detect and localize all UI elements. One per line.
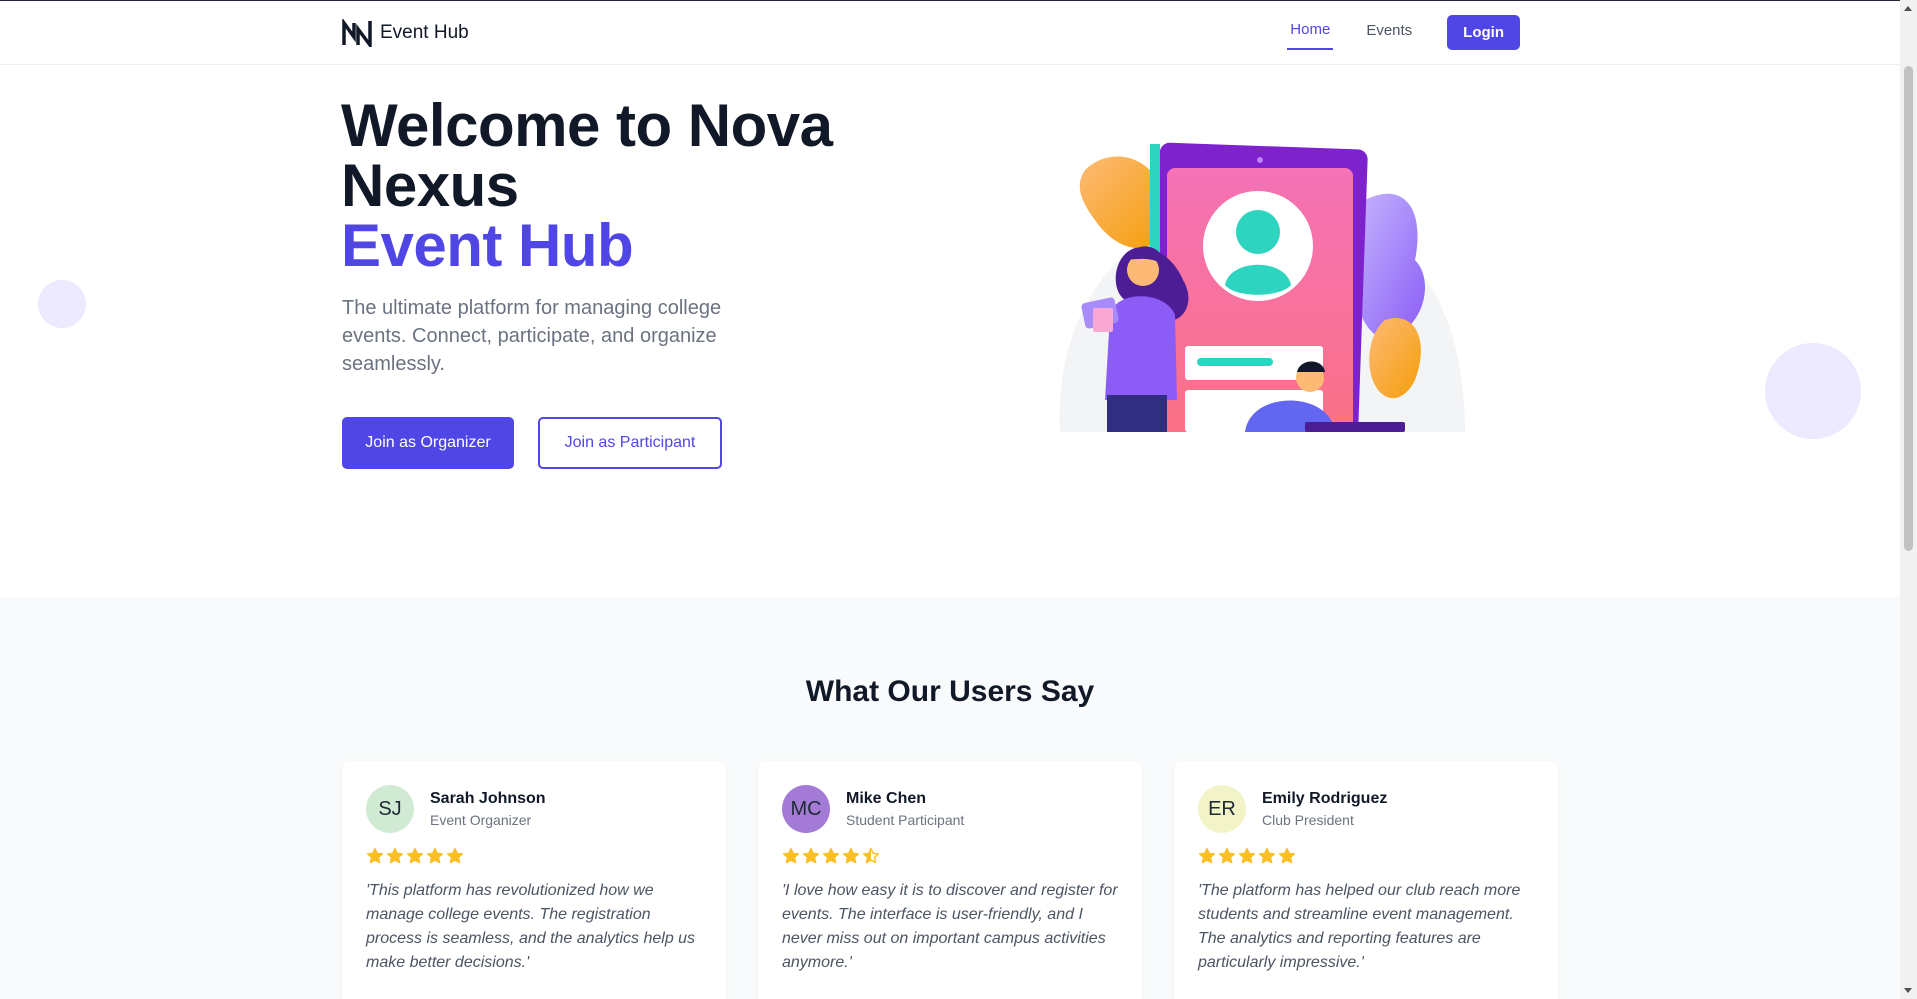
rating-stars xyxy=(782,847,1118,865)
star-full-icon xyxy=(1278,847,1296,864)
star-full-icon xyxy=(802,847,820,864)
hero-title: Welcome to Nova Nexus Event Hub xyxy=(341,96,833,276)
testimonial-quote: 'I love how easy it is to discover and r… xyxy=(782,882,1118,971)
testimonials-title: What Our Users Say xyxy=(805,675,1095,708)
scrollbar[interactable] xyxy=(1900,0,1917,999)
nav-link-home[interactable]: Home xyxy=(1287,15,1334,50)
star-full-icon xyxy=(782,847,800,864)
testimonial-card: SJ Sarah Johnson Event Organizer 'This p… xyxy=(342,761,726,999)
scroll-thumb[interactable] xyxy=(1904,66,1913,551)
join-as-participant-button[interactable]: Join as Participant xyxy=(538,417,722,469)
star-full-icon xyxy=(446,847,464,864)
scroll-up-arrow-icon[interactable] xyxy=(1904,6,1912,11)
star-half-icon xyxy=(862,847,880,864)
star-full-icon xyxy=(366,847,384,864)
nova-nexus-logo-icon xyxy=(342,19,372,47)
decorative-circle-right xyxy=(1765,343,1861,439)
join-as-organizer-button[interactable]: Join as Organizer xyxy=(342,417,514,469)
navbar: Event Hub Home Events Login xyxy=(0,0,1900,65)
star-full-icon xyxy=(426,847,444,864)
scroll-down-arrow-icon[interactable] xyxy=(1904,988,1912,993)
nav-links: Home Events Login xyxy=(1257,15,1520,50)
testimonial-name: Sarah Johnson xyxy=(430,790,546,807)
star-full-icon xyxy=(842,847,860,864)
hero-title-line2: Nexus xyxy=(341,152,519,219)
brand-name: Event Hub xyxy=(380,22,469,43)
hero-title-accent: Event Hub xyxy=(341,212,634,279)
nav-link-events[interactable]: Events xyxy=(1363,16,1415,49)
avatar: ER xyxy=(1198,785,1246,833)
star-full-icon xyxy=(822,847,840,864)
rating-stars xyxy=(1198,847,1534,865)
hero-title-line1: Welcome to Nova xyxy=(341,92,833,159)
star-full-icon xyxy=(406,847,424,864)
brand[interactable]: Event Hub xyxy=(342,19,469,47)
decorative-circle-left xyxy=(38,280,86,328)
testimonial-name: Emily Rodriguez xyxy=(1262,790,1388,807)
avatar: SJ xyxy=(366,785,414,833)
rating-stars xyxy=(366,847,702,865)
star-full-icon xyxy=(1198,847,1216,864)
testimonial-role: Student Participant xyxy=(846,812,965,828)
testimonial-card: MC Mike Chen Student Participant 'I love… xyxy=(758,761,1142,999)
avatar: MC xyxy=(782,785,830,833)
star-full-icon xyxy=(1238,847,1256,864)
testimonial-quote: 'This platform has revolutionized how we… xyxy=(366,882,696,971)
testimonials-section: What Our Users Say SJ Sarah Johnson Even… xyxy=(0,597,1900,999)
star-full-icon xyxy=(1258,847,1276,864)
star-full-icon xyxy=(1218,847,1236,864)
testimonial-quote: 'The platform has helped our club reach … xyxy=(1198,882,1521,971)
login-button[interactable]: Login xyxy=(1447,15,1520,50)
testimonial-role: Club President xyxy=(1262,812,1354,828)
testimonial-role: Event Organizer xyxy=(430,812,532,828)
hero-illustration xyxy=(1059,142,1465,432)
testimonial-card: ER Emily Rodriguez Club President 'The p… xyxy=(1174,761,1558,999)
star-full-icon xyxy=(386,847,404,864)
hero-subtitle: The ultimate platform for managing colle… xyxy=(342,297,722,375)
testimonial-name: Mike Chen xyxy=(846,790,927,807)
